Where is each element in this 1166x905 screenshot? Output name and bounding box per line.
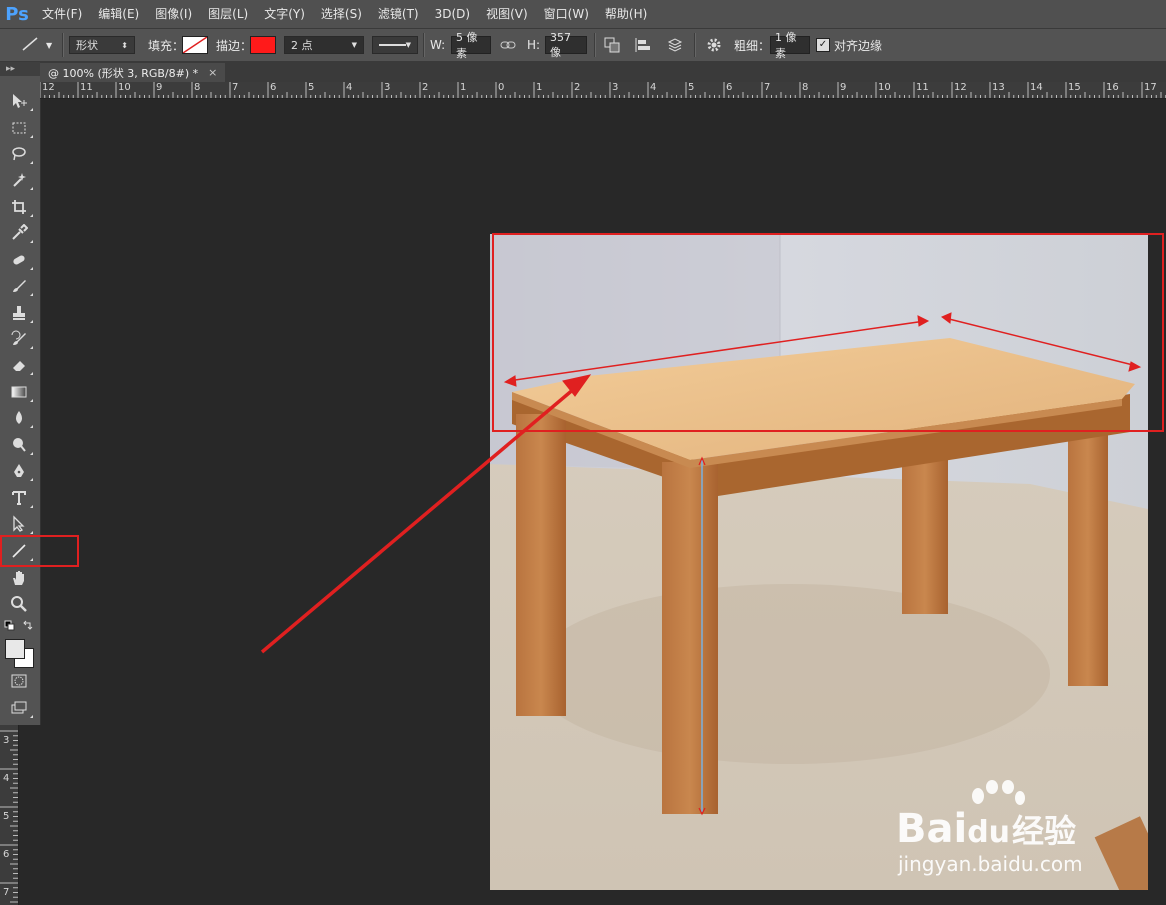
- baidu-jingyan: 经验: [1012, 812, 1077, 850]
- baidu-watermark: Baidu经验 jingyan.baidu.com: [896, 780, 1106, 880]
- baidu-brand: Bai: [896, 806, 968, 852]
- baidu-url: jingyan.baidu.com: [898, 852, 1083, 876]
- baidu-brand-2: du: [967, 815, 1011, 850]
- annotation-arrows: [260, 312, 1142, 654]
